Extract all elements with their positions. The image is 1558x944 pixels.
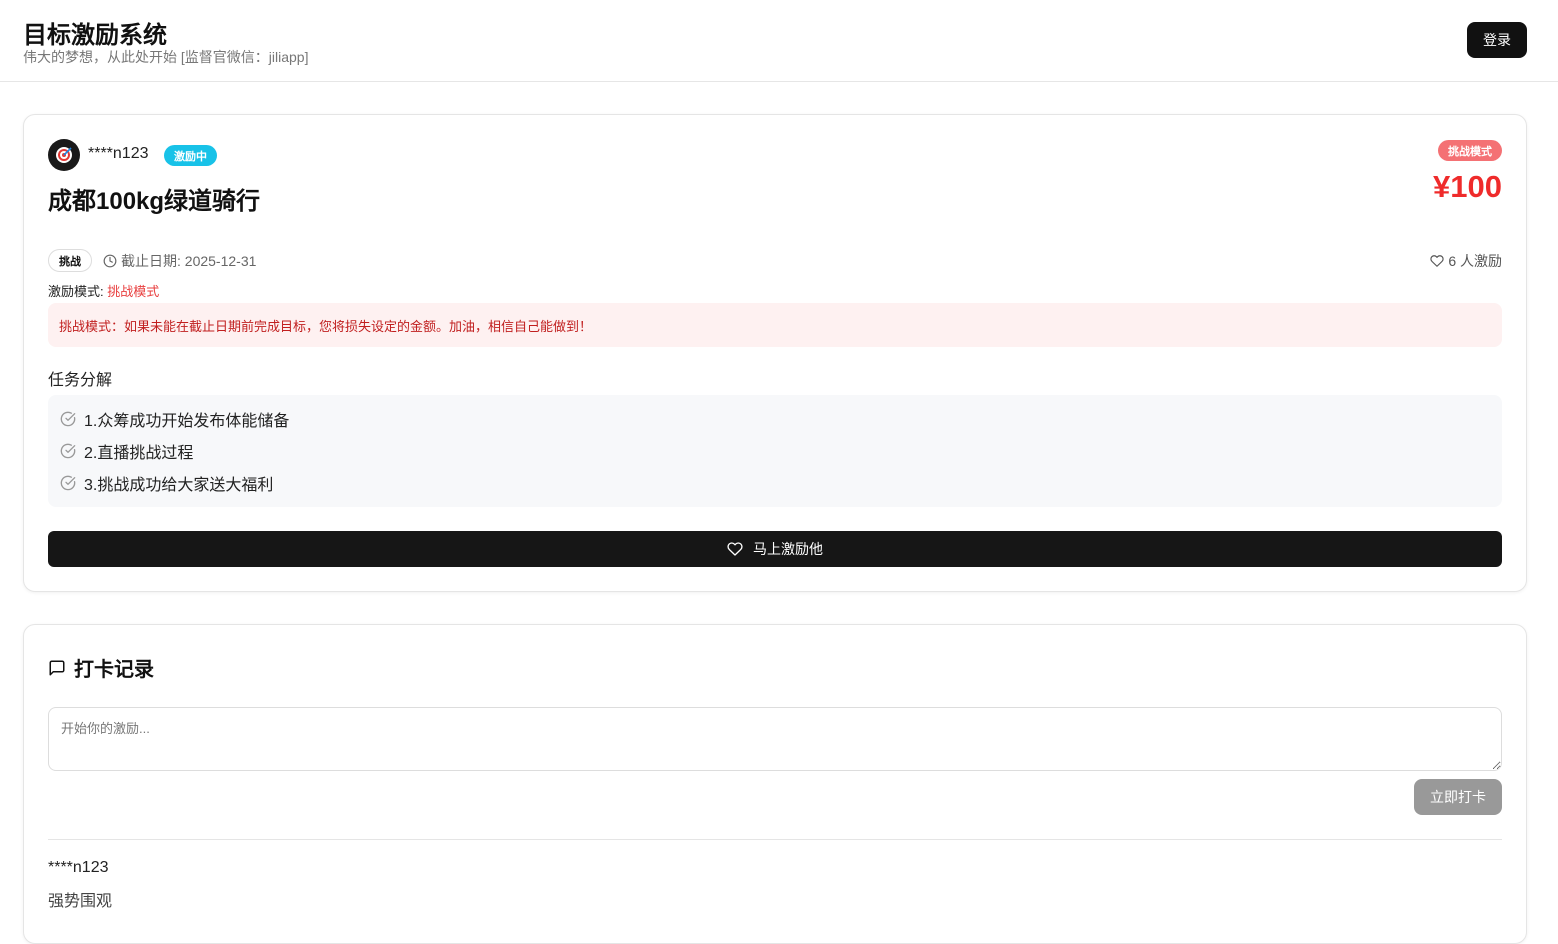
encourage-label: 马上激励他 (753, 541, 823, 557)
heart-icon (1430, 255, 1444, 267)
list-item: 3.挑战成功给大家送大福利 (60, 471, 273, 495)
record-content: 强势围观 (48, 893, 113, 910)
supporters-count: 6 人激励 (1430, 251, 1502, 271)
check-circle-icon (60, 411, 76, 427)
mode-value: 挑战模式 (107, 284, 160, 299)
checkin-header: 打卡记录 (48, 653, 154, 682)
app-subtitle: 伟大的梦想，从此处开始 [监督官微信：jiliapp] (23, 49, 309, 65)
goal-title: 成都100kg绿道骑行 (48, 188, 261, 215)
checkin-card: 打卡记录 立即打卡 ****n123 强势围观 (23, 624, 1527, 944)
goal-username: ****n123 (88, 145, 149, 162)
mode-row: 激励模式: 挑战模式 (48, 281, 159, 300)
list-item: 1.众筹成功开始发布体能储备 (60, 407, 289, 431)
app-title: 目标激励系统 (23, 22, 167, 49)
task-text: 1.众筹成功开始发布体能储备 (84, 413, 290, 430)
clock-icon (103, 254, 117, 268)
encourage-button[interactable]: 马上激励他 (48, 531, 1502, 567)
record-username: ****n123 (48, 859, 109, 876)
type-tag: 挑战 (48, 249, 92, 272)
target-icon (56, 147, 72, 163)
goal-card: ****n123 激励中 成都100kg绿道骑行 挑战模式 ¥100 挑战 截止… (23, 114, 1527, 592)
goal-amount: ¥100 (1433, 169, 1502, 204)
task-text: 2.直播挑战过程 (84, 445, 194, 462)
check-circle-icon (60, 443, 76, 459)
list-item: 2.直播挑战过程 (60, 439, 193, 463)
supporters-text: 6 人激励 (1448, 253, 1502, 269)
task-list: 1.众筹成功开始发布体能储备 2.直播挑战过程 3.挑战成功给大家送大福利 (48, 395, 1502, 507)
deadline-text: 截止日期: 2025-12-31 (121, 253, 257, 269)
top-bar: 目标激励系统 伟大的梦想，从此处开始 [监督官微信：jiliapp] 登录 (0, 0, 1558, 82)
warning-box: 挑战模式：如果未能在截止日期前完成目标，您将损失设定的金额。加油，相信自己能做到… (48, 303, 1502, 347)
checkin-submit-button[interactable]: 立即打卡 (1414, 779, 1502, 815)
login-button[interactable]: 登录 (1467, 22, 1527, 58)
check-circle-icon (60, 475, 76, 491)
mode-label: 激励模式: (48, 284, 104, 299)
mode-badge: 挑战模式 (1438, 140, 1502, 161)
checkin-title: 打卡记录 (74, 659, 154, 681)
deadline: 截止日期: 2025-12-31 (103, 251, 256, 271)
task-text: 3.挑战成功给大家送大福利 (84, 477, 274, 494)
status-badge: 激励中 (164, 145, 217, 166)
avatar (48, 139, 80, 171)
message-icon (49, 660, 65, 675)
heart-icon (727, 542, 743, 556)
divider (48, 839, 1502, 840)
tasks-title: 任务分解 (48, 372, 113, 389)
checkin-input[interactable] (48, 707, 1502, 771)
